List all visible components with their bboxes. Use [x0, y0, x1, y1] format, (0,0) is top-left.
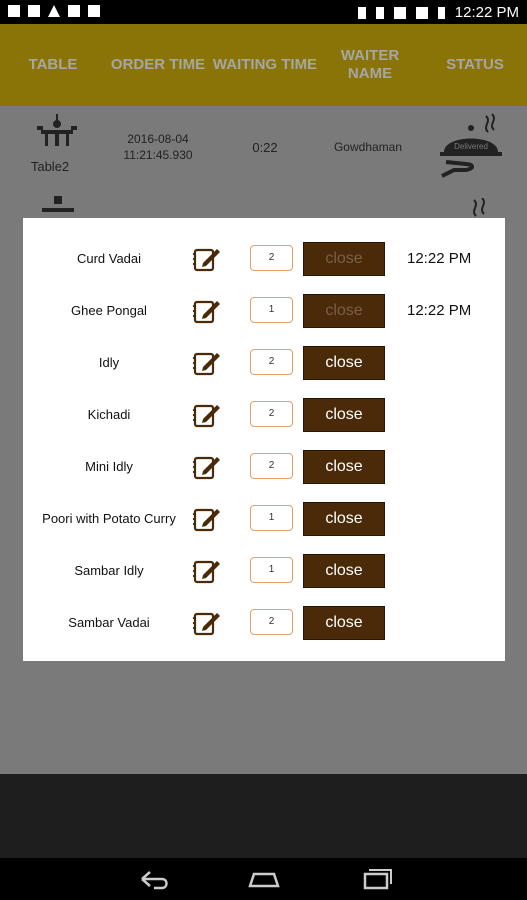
close-item-button[interactable]: close [303, 502, 385, 536]
dining-table-icon [37, 114, 77, 146]
order-item-row: Mini Idly 2 close [23, 440, 505, 492]
edit-note-icon[interactable] [193, 609, 221, 637]
item-name: Kichadi [87, 406, 131, 422]
order-item-row: Sambar Vadai 2 close [23, 596, 505, 648]
item-name: Sambar Idly [74, 562, 144, 578]
table-header: TABLE ORDER TIME WAITING TIME WAITER NAM… [0, 24, 527, 106]
quantity-field[interactable]: 2 [250, 453, 293, 479]
close-item-button[interactable]: close [303, 554, 385, 588]
order-items-dialog: Curd Vadai 2 close 12:22 PM Ghee Pongal … [23, 218, 505, 661]
home-icon[interactable] [244, 866, 284, 892]
close-item-button[interactable]: close [303, 606, 385, 640]
quantity-field[interactable]: 2 [250, 401, 293, 427]
location-icon [357, 6, 366, 19]
item-name: Idly [98, 354, 120, 370]
edit-note-icon[interactable] [193, 401, 221, 429]
mail-icon [28, 5, 40, 17]
order-item-row: Sambar Idly 1 close [23, 544, 505, 596]
close-item-button[interactable]: close [303, 450, 385, 484]
quantity-field[interactable]: 1 [250, 505, 293, 531]
close-item-button[interactable]: close [303, 294, 385, 328]
image-icon [8, 5, 20, 17]
close-item-button[interactable]: close [303, 242, 385, 276]
order-item-row: Idly 2 close [23, 336, 505, 388]
order-date: 2016-08-04 [127, 132, 189, 146]
item-name: Mini Idly [85, 458, 133, 474]
order-item-row: Curd Vadai 2 close 12:22 PM [23, 232, 505, 284]
edit-note-icon[interactable] [193, 245, 221, 273]
column-header-waiting-time: WAITING TIME [212, 56, 318, 73]
system-icons: 12:22 PM [357, 4, 519, 21]
warning-icon [48, 5, 60, 17]
bluetooth-icon [375, 6, 384, 19]
bottom-panel [0, 774, 527, 858]
edit-note-icon[interactable] [193, 297, 221, 325]
edit-note-icon[interactable] [193, 453, 221, 481]
order-item-row: Kichadi 2 close [23, 388, 505, 440]
item-closed-time: 12:22 PM [407, 249, 472, 267]
quantity-field[interactable]: 1 [250, 557, 293, 583]
dining-table-icon [42, 196, 74, 212]
order-table: Table2 [30, 159, 70, 174]
item-name: Ghee Pongal [71, 302, 147, 318]
order-waiting-time: 0:22 [252, 140, 278, 155]
close-item-button[interactable]: close [303, 346, 385, 380]
item-closed-time: 12:22 PM [407, 301, 472, 319]
quantity-field[interactable]: 1 [250, 297, 293, 323]
battery-icon [437, 6, 445, 19]
delivered-cloche-icon [473, 198, 485, 217]
column-header-table: TABLE [28, 56, 78, 73]
status-time: 12:22 PM [454, 4, 519, 21]
order-item-row: Poori with Potato Curry 1 close [23, 492, 505, 544]
column-header-waiter-name: WAITER NAME [340, 47, 400, 82]
item-name: Sambar Vadai [68, 614, 150, 630]
order-clock: 11:21:45.930 [123, 148, 193, 162]
order-status: Delivered [454, 142, 488, 151]
status-bar: 12:22 PM [0, 0, 527, 24]
signal-icon [415, 6, 428, 19]
order-row[interactable]: Table2 2016-08-04 11:21:45.930 0:22 Gowd… [0, 106, 527, 216]
edit-note-icon[interactable] [193, 349, 221, 377]
quantity-field[interactable]: 2 [250, 245, 293, 271]
delivered-cloche-icon: Delivered [440, 113, 502, 178]
edit-note-icon[interactable] [193, 557, 221, 585]
recent-apps-icon[interactable] [357, 866, 397, 892]
edit-note-icon[interactable] [193, 505, 221, 533]
navigation-bar [0, 858, 527, 900]
item-name: Poori with Potato Curry [42, 510, 176, 526]
notification-icons [8, 5, 100, 17]
usb-icon [88, 5, 100, 17]
download-icon [68, 5, 80, 17]
wifi-icon [393, 6, 406, 19]
item-name: Curd Vadai [76, 250, 142, 266]
close-item-button[interactable]: close [303, 398, 385, 432]
column-header-status: STATUS [446, 56, 504, 73]
column-header-order-time: ORDER TIME [110, 56, 206, 73]
order-waiter: Gowdhaman [333, 140, 403, 154]
quantity-field[interactable]: 2 [250, 609, 293, 635]
order-item-row: Ghee Pongal 1 close 12:22 PM [23, 284, 505, 336]
back-icon[interactable] [134, 866, 174, 892]
quantity-field[interactable]: 2 [250, 349, 293, 375]
